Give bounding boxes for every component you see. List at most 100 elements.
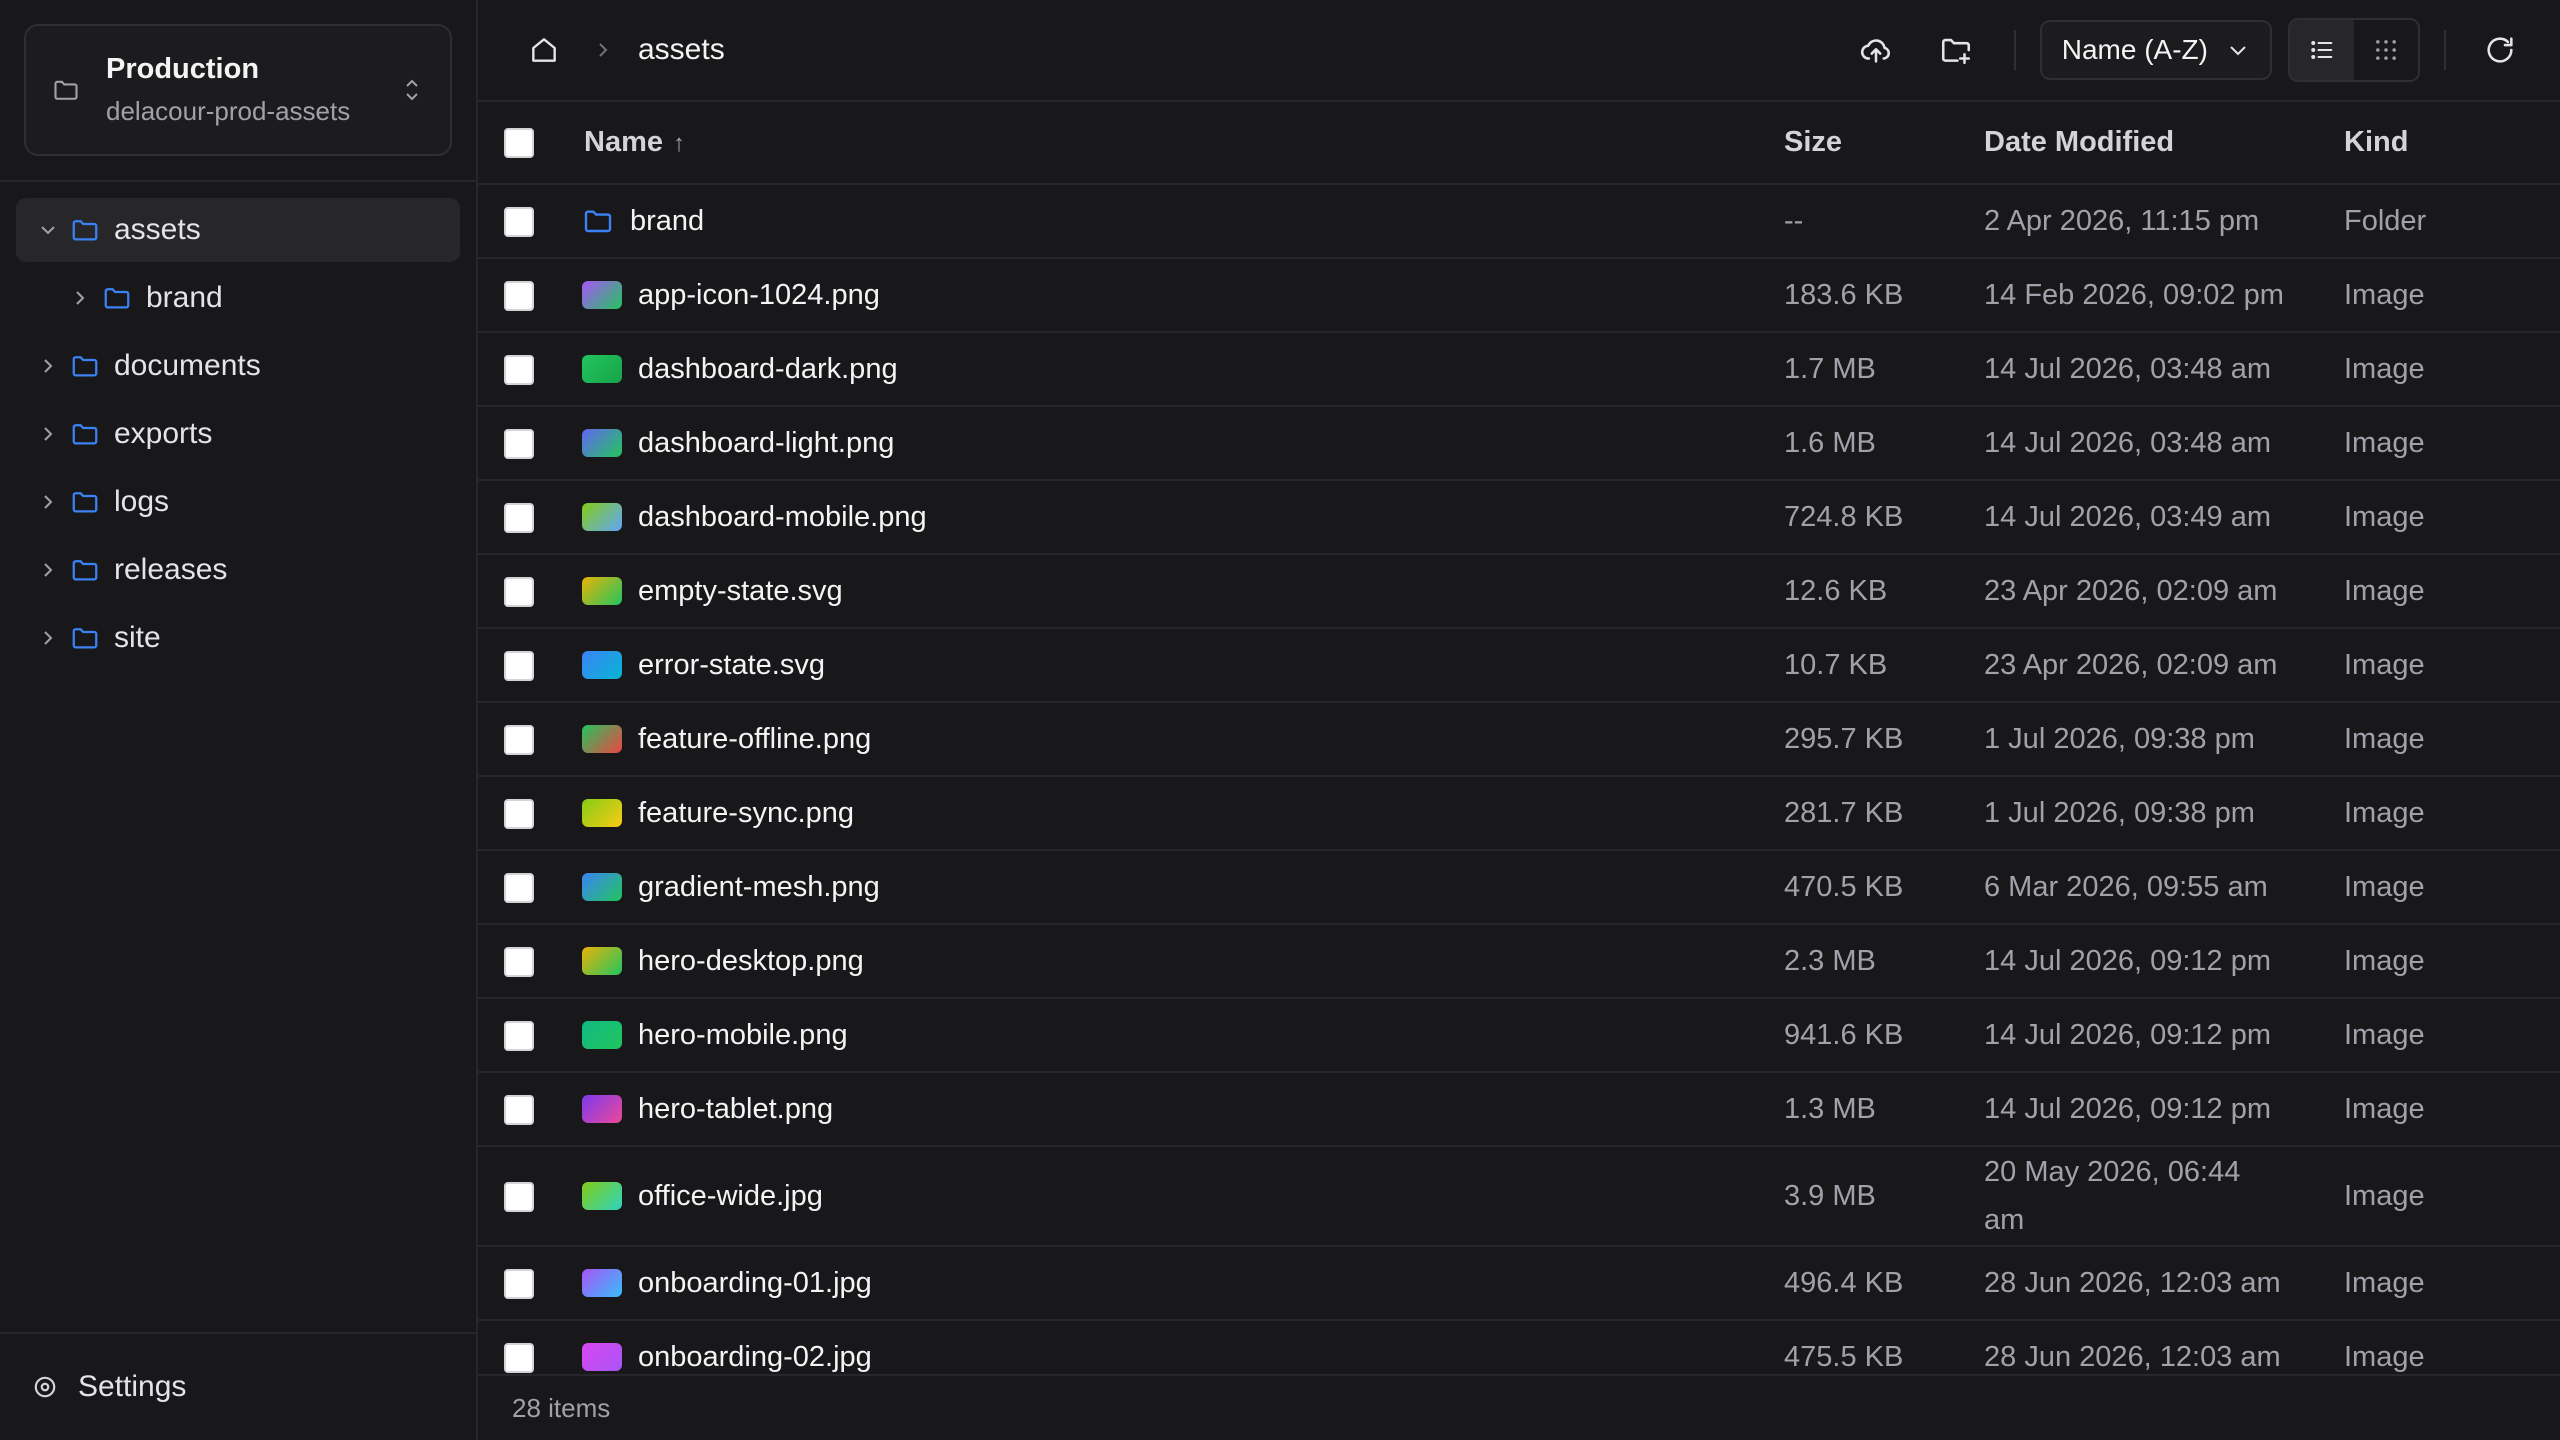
table-row[interactable]: gradient-mesh.png 470.5 KB 6 Mar 2026, 09:… [478, 850, 2560, 925]
table-row[interactable]: error-state.svg 10.7 KB 23 Apr 2026, 02:09… [478, 628, 2560, 703]
upload-button[interactable] [1852, 26, 1900, 74]
row-checkbox[interactable] [504, 1020, 534, 1051]
table-row[interactable]: hero-tablet.png 1.3 MB 14 Jul 2026, 09:12 … [478, 1072, 2560, 1147]
column-name[interactable]: Name ↑ [582, 102, 1784, 185]
row-checkbox[interactable] [504, 280, 534, 311]
row-select-cell [478, 258, 582, 333]
row-checkbox[interactable] [504, 872, 534, 903]
file-name: dashboard-light.png [638, 426, 895, 459]
column-date-modified[interactable]: Date Modified [1984, 102, 2344, 185]
file-table-wrapper: Name ↑ Size Date Modified Kind brand -- 2 A… [478, 102, 2560, 1440]
table-row[interactable]: dashboard-light.png 1.6 MB 14 Jul 2026, 03… [478, 406, 2560, 481]
table-row[interactable]: feature-sync.png 281.7 KB 1 Jul 2026, 09:3… [478, 776, 2560, 851]
sidebar-item-site[interactable]: site [16, 606, 460, 670]
chevron-right-icon[interactable] [36, 490, 60, 514]
row-checkbox[interactable] [504, 354, 534, 385]
row-checkbox[interactable] [504, 946, 534, 977]
row-checkbox[interactable] [504, 724, 534, 755]
image-thumbnail [582, 1021, 622, 1049]
table-row[interactable]: dashboard-mobile.png 724.8 KB 14 Jul 2026,… [478, 480, 2560, 555]
row-checkbox[interactable] [504, 428, 534, 459]
row-select-cell [478, 776, 582, 851]
sidebar-item-assets[interactable]: assets [16, 198, 460, 262]
file-date-modified: 23 Apr 2026, 02:09 am [1984, 628, 2344, 703]
select-all-cell [478, 102, 582, 185]
chevron-right-icon[interactable] [36, 422, 60, 446]
column-size[interactable]: Size [1784, 102, 1984, 185]
row-checkbox[interactable] [504, 798, 534, 829]
row-checkbox[interactable] [504, 576, 534, 607]
row-checkbox[interactable] [504, 1181, 534, 1212]
table-row[interactable]: onboarding-01.jpg 496.4 KB 28 Jun 2026, 12… [478, 1246, 2560, 1321]
file-size: 1.6 MB [1784, 406, 1984, 481]
select-all-checkbox[interactable] [504, 128, 534, 159]
file-kind: Image [2344, 406, 2560, 481]
row-select-cell [478, 480, 582, 555]
row-checkbox[interactable] [504, 206, 534, 237]
file-date-modified: 23 Apr 2026, 02:09 am [1984, 554, 2344, 629]
file-name-cell[interactable]: feature-sync.png [582, 776, 1784, 851]
file-date-text: 28 Jun 2026, 12:03 am [1984, 1340, 2281, 1373]
sort-select-value: Name (A-Z) [2061, 34, 2208, 65]
file-kind: Image [2344, 480, 2560, 555]
settings-button[interactable]: Settings [0, 1332, 476, 1440]
row-select-cell [478, 1246, 582, 1321]
new-folder-button[interactable] [1932, 26, 1980, 74]
file-name-cell[interactable]: error-state.svg [582, 628, 1784, 703]
row-checkbox[interactable] [504, 502, 534, 533]
table-row[interactable]: hero-mobile.png 941.6 KB 14 Jul 2026, 09:1… [478, 998, 2560, 1073]
table-row[interactable]: empty-state.svg 12.6 KB 23 Apr 2026, 02:09… [478, 554, 2560, 629]
table-row[interactable]: feature-offline.png 295.7 KB 1 Jul 2026, 0… [478, 702, 2560, 777]
chevron-right-icon[interactable] [36, 354, 60, 378]
chevron-right-icon[interactable] [36, 626, 60, 650]
breadcrumb-current[interactable]: assets [638, 33, 725, 67]
file-name-cell[interactable]: office-wide.jpg [582, 1146, 1784, 1247]
list-view-button[interactable] [2290, 20, 2354, 80]
file-name-cell[interactable]: dashboard-mobile.png [582, 480, 1784, 555]
folder-icon [584, 210, 612, 233]
sidebar-item-label: exports [114, 417, 213, 450]
file-size: 281.7 KB [1784, 776, 1984, 851]
home-icon[interactable] [528, 34, 560, 66]
file-name-cell[interactable]: empty-state.svg [582, 554, 1784, 629]
sidebar-item-exports[interactable]: exports [16, 402, 460, 466]
file-name-cell[interactable]: brand [582, 184, 1784, 259]
sidebar-item-documents[interactable]: documents [16, 334, 460, 398]
file-name-cell[interactable]: hero-desktop.png [582, 924, 1784, 999]
file-size: 3.9 MB [1784, 1146, 1984, 1247]
file-name-cell[interactable]: app-icon-1024.png [582, 258, 1784, 333]
sort-select[interactable]: Name (A-Z) [2039, 20, 2272, 80]
image-thumbnail [582, 1095, 622, 1123]
table-row[interactable]: brand -- 2 Apr 2026, 11:15 pm Folder [478, 184, 2560, 259]
row-checkbox[interactable] [504, 1342, 534, 1373]
file-name-cell[interactable]: dashboard-dark.png [582, 332, 1784, 407]
file-name-cell[interactable]: hero-mobile.png [582, 998, 1784, 1073]
sidebar-item-brand[interactable]: brand [16, 266, 460, 330]
file-name-cell[interactable]: hero-tablet.png [582, 1072, 1784, 1147]
chevron-down-icon[interactable] [36, 218, 60, 242]
chevron-right-icon[interactable] [36, 558, 60, 582]
grid-view-button[interactable] [2354, 20, 2418, 80]
file-name-cell[interactable]: onboarding-01.jpg [582, 1246, 1784, 1321]
chevron-right-icon[interactable] [68, 286, 92, 310]
row-checkbox[interactable] [504, 1268, 534, 1299]
file-name-cell[interactable]: gradient-mesh.png [582, 850, 1784, 925]
file-date-text: 14 Jul 2026, 03:48 am [1984, 352, 2271, 385]
table-row[interactable]: dashboard-dark.png 1.7 MB 14 Jul 2026, 03:… [478, 332, 2560, 407]
column-kind[interactable]: Kind [2344, 102, 2560, 185]
sidebar-item-logs[interactable]: logs [16, 470, 460, 534]
file-name-cell[interactable]: dashboard-light.png [582, 406, 1784, 481]
settings-label: Settings [78, 1370, 187, 1403]
refresh-button[interactable] [2476, 26, 2524, 74]
table-row[interactable]: hero-desktop.png 2.3 MB 14 Jul 2026, 09:12… [478, 924, 2560, 999]
sidebar-item-releases[interactable]: releases [16, 538, 460, 602]
row-select-cell [478, 628, 582, 703]
row-checkbox[interactable] [504, 1094, 534, 1125]
table-row[interactable]: app-icon-1024.png 183.6 KB 14 Feb 2026, 09… [478, 258, 2560, 333]
bucket-switcher[interactable]: Production delacour-prod-assets [24, 24, 452, 156]
table-row[interactable]: office-wide.jpg 3.9 MB 20 May 2026, 06:44 … [478, 1146, 2560, 1247]
file-name-cell[interactable]: feature-offline.png [582, 702, 1784, 777]
image-thumbnail [582, 281, 622, 309]
file-name: gradient-mesh.png [638, 870, 880, 903]
row-checkbox[interactable] [504, 650, 534, 681]
